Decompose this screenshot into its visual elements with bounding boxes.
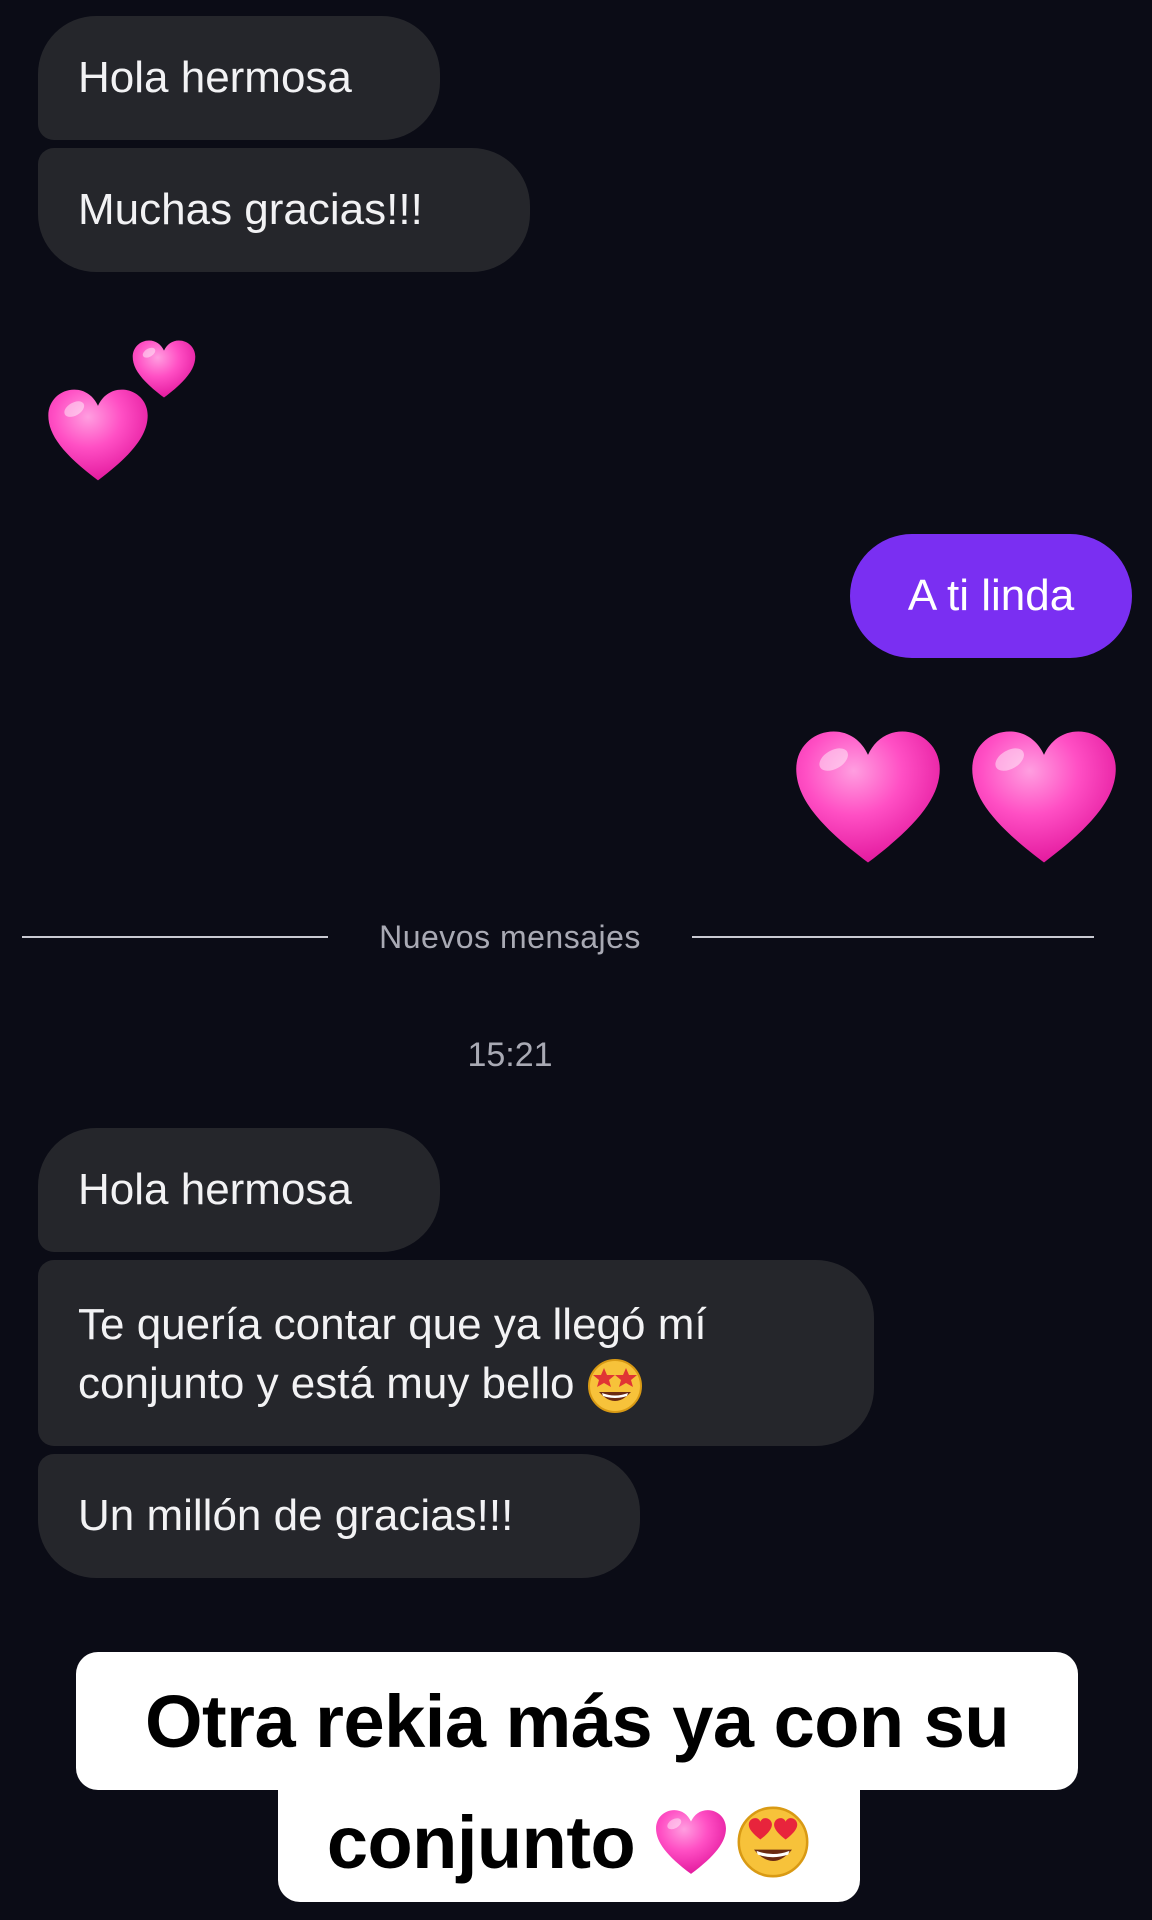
- caption-text-box: conjunto: [278, 1782, 860, 1902]
- pink-heart-icon: [972, 731, 1116, 863]
- heart-eyes-icon: [737, 1806, 809, 1878]
- message-line: conjunto y está muy bello: [78, 1354, 707, 1414]
- incoming-message[interactable]: Muchas gracias!!!: [38, 148, 530, 272]
- star-struck-icon: [587, 1359, 642, 1413]
- pink-heart-icon: [656, 1810, 727, 1874]
- divider-line: [22, 936, 328, 938]
- incoming-message[interactable]: Un millón de gracias!!!: [38, 1454, 640, 1578]
- message-text: Muchas gracias!!!: [78, 185, 423, 234]
- chat-screen: Hola hermosa Muchas gracias!!! A ti lind…: [0, 0, 1152, 1920]
- caption-line: Otra rekia más ya con su: [144, 1679, 1010, 1763]
- message-text: Te quería contar que ya llegó mí conjunt…: [78, 1296, 707, 1414]
- message-timestamp: 15:21: [467, 1036, 553, 1074]
- new-messages-divider: Nuevos mensajes: [22, 912, 1094, 962]
- message-line-text: conjunto y está muy bello: [78, 1359, 575, 1408]
- message-text: Hola hermosa: [78, 53, 352, 102]
- incoming-message[interactable]: Hola hermosa: [38, 1128, 440, 1252]
- divider-line: [692, 936, 1094, 938]
- message-line: Te quería contar que ya llegó mí: [78, 1300, 707, 1349]
- incoming-message[interactable]: Hola hermosa: [38, 16, 440, 140]
- message-text: Hola hermosa: [78, 1165, 352, 1214]
- pink-heart-icon: [796, 731, 940, 863]
- divider-label: Nuevos mensajes: [379, 918, 641, 955]
- outgoing-message[interactable]: A ti linda: [850, 534, 1132, 658]
- incoming-message[interactable]: Te quería contar que ya llegó mí conjunt…: [38, 1260, 874, 1446]
- message-text: Un millón de gracias!!!: [78, 1491, 514, 1540]
- caption-line: conjunto: [326, 1800, 636, 1884]
- caption-text-box: Otra rekia más ya con su: [76, 1652, 1078, 1790]
- message-text: A ti linda: [907, 571, 1075, 620]
